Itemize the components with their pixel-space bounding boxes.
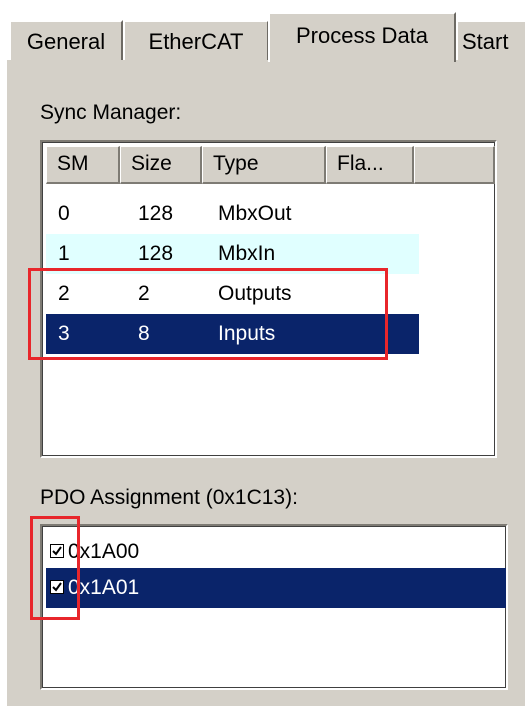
tab-startup[interactable]: Start (456, 20, 525, 60)
table-row[interactable]: 0 128 MbxOut (46, 194, 419, 234)
pdo-item[interactable]: 0x1A00 (46, 532, 506, 572)
highlight-box-outputs-inputs (28, 268, 388, 360)
column-header-size[interactable]: Size (120, 146, 202, 184)
sync-manager-label: Sync Manager: (40, 101, 182, 124)
column-header-flags[interactable]: Fla... (326, 146, 414, 184)
tab-general[interactable]: General (9, 20, 123, 60)
highlight-box-checkboxes (30, 516, 80, 620)
column-header-empty (414, 146, 495, 184)
pdo-assignment-label: PDO Assignment (0x1C13): (40, 486, 298, 509)
column-header-sm[interactable]: SM (46, 146, 120, 184)
tab-ethercat[interactable]: EtherCAT (123, 20, 269, 60)
size-cell: 128 (138, 202, 174, 225)
type-cell: MbxOut (218, 202, 292, 225)
sm-cell: 0 (58, 202, 70, 225)
pdo-item-selected[interactable]: 0x1A01 (46, 568, 506, 608)
tab-process-data[interactable]: Process Data (268, 12, 456, 62)
pdo-assignment-list[interactable]: 0x1A00 0x1A01 (40, 524, 508, 690)
column-header-type[interactable]: Type (202, 146, 326, 184)
tab-strip: General EtherCAT Process Data Start (0, 0, 525, 62)
